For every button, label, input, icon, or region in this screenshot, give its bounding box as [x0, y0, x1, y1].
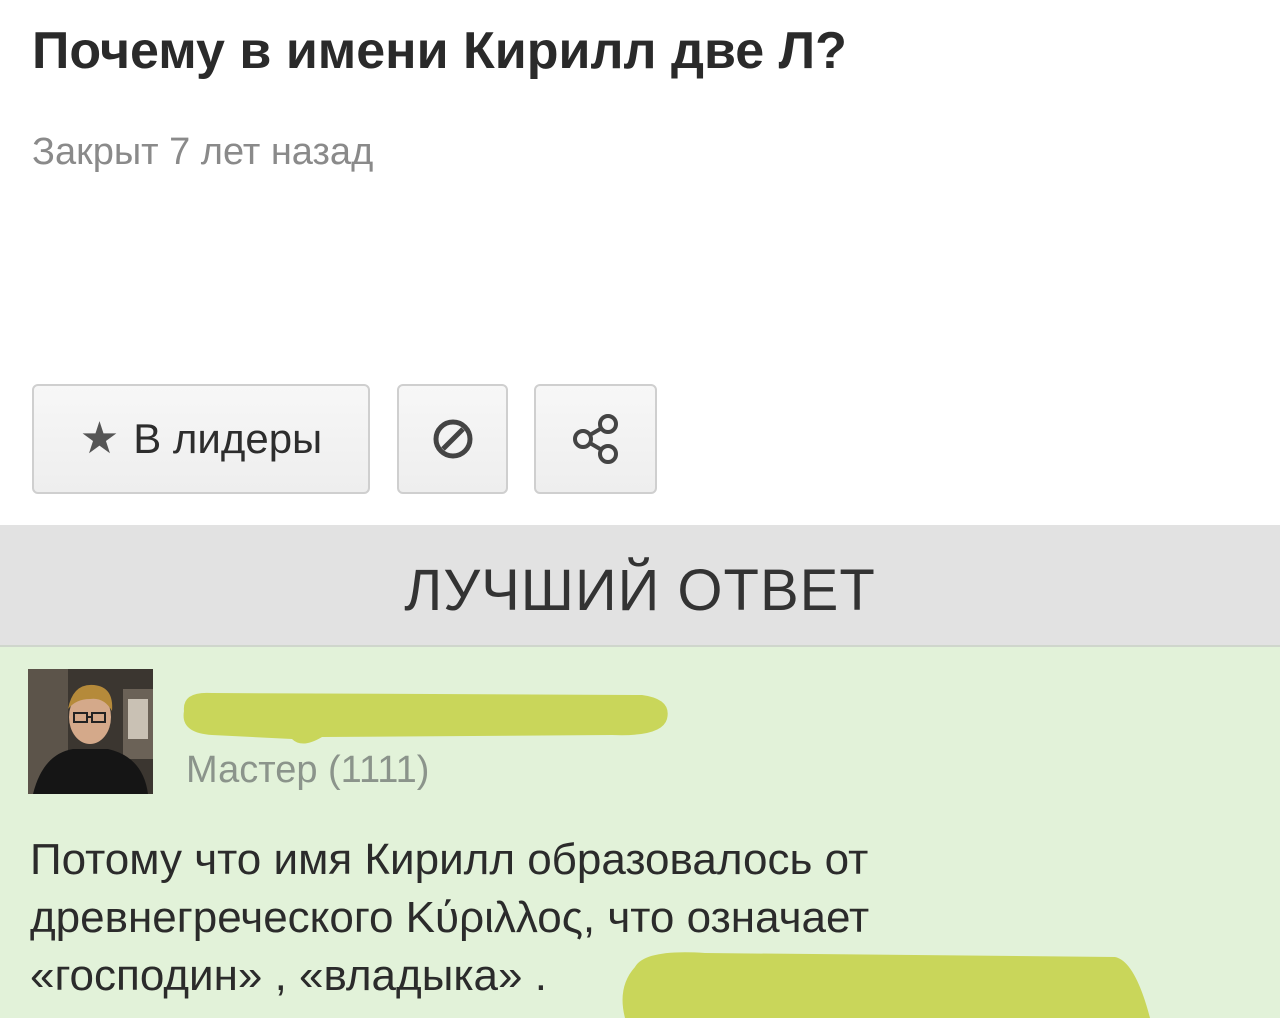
question-title: Почему в имени Кирилл две Л? — [32, 22, 847, 80]
share-button[interactable] — [534, 384, 657, 494]
block-icon — [433, 419, 472, 459]
best-answer: Мастер (1111) Потому что имя Кирилл обра… — [0, 647, 1280, 1018]
author-rank: Мастер (1111) — [186, 749, 430, 791]
redacted-answer-tail — [622, 952, 1150, 1018]
add-to-leaders-button[interactable]: ★ В лидеры — [32, 384, 370, 494]
avatar-photo — [28, 669, 153, 794]
avatar[interactable] — [28, 669, 153, 794]
leaders-button-label: В лидеры — [133, 415, 323, 462]
closed-status: Закрыт 7 лет назад — [32, 131, 374, 173]
report-button[interactable] — [397, 384, 508, 494]
redacted-author-name — [183, 692, 668, 744]
answer-text-line: Потому что имя Кирилл образовалось от — [30, 835, 869, 884]
best-answer-title: ЛУЧШИЙ ОТВЕТ — [404, 557, 876, 623]
answer-text-line: древнегреческого Κύριλλος, что означает — [30, 893, 870, 942]
best-answer-header: ЛУЧШИЙ ОТВЕТ — [0, 525, 1280, 647]
star-icon: ★ — [79, 414, 120, 463]
share-icon — [572, 414, 618, 464]
page: Почему в имени Кирилл две Л? Закрыт 7 ле… — [0, 0, 1280, 1018]
